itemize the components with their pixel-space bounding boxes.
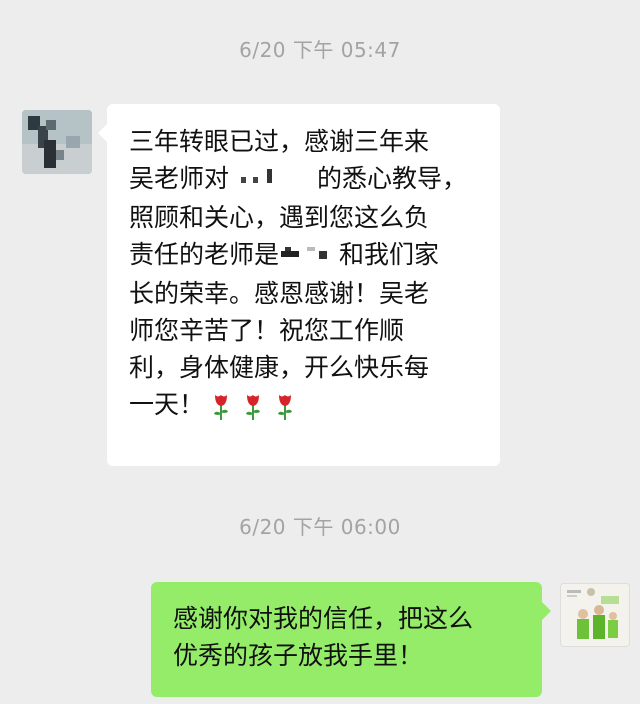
message-text: 责任的老师是 — [129, 240, 280, 269]
sender-avatar[interactable] — [22, 110, 92, 174]
message-line: 感谢你对我的信任，把这么 — [173, 604, 474, 633]
timestamp: 6/20 下午 05:47 — [239, 38, 401, 62]
message-line: 吴老师对 的悉心教导， — [129, 160, 480, 199]
blurred-photo-icon — [22, 110, 92, 174]
message-line: 长的荣幸。感恩感谢！吴老 — [129, 279, 430, 308]
message-text: 的悉心教导， — [317, 164, 468, 193]
message-line: 责任的老师是 和我们家 — [129, 236, 480, 275]
family-photo-icon — [561, 584, 629, 646]
message-line: 优秀的孩子放我手里！ — [173, 641, 424, 670]
rose-emoji-icon — [270, 391, 300, 421]
message-line: 利，身体健康，开么快乐每 — [129, 353, 430, 382]
message-line: 师您辛苦了！祝您工作顺 — [129, 316, 405, 345]
rose-emoji-icon — [238, 391, 268, 421]
message-text: 一天！ — [129, 390, 205, 419]
redacted-name-icon — [279, 237, 339, 275]
message-line: 三年转眼已过，感谢三年来 — [129, 127, 430, 156]
my-avatar[interactable] — [560, 583, 630, 647]
message-text: 和我们家 — [339, 240, 440, 269]
rose-emoji-icon — [206, 391, 236, 421]
message-line: 照顾和关心，遇到您这么负 — [129, 203, 430, 232]
outgoing-message-bubble[interactable]: 感谢你对我的信任，把这么 优秀的孩子放我手里！ — [151, 582, 551, 697]
incoming-message-bubble[interactable]: 三年转眼已过，感谢三年来 吴老师对 的悉心教导， 照顾和关心，遇到您这么负 责任… — [98, 104, 500, 466]
message-line: 一天！ — [129, 386, 480, 423]
redacted-name-icon — [229, 161, 317, 199]
timestamp: 6/20 下午 06:00 — [239, 515, 401, 539]
message-text: 吴老师对 — [129, 164, 230, 193]
